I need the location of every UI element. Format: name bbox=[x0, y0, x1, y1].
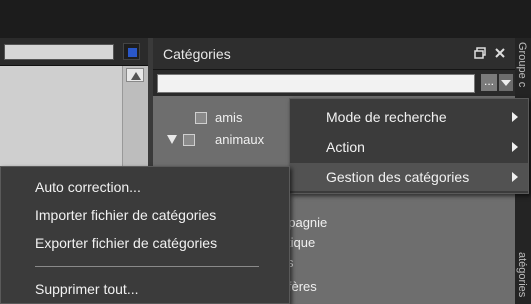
menu-separator bbox=[35, 266, 259, 267]
dock-tab-label: Groupe c bbox=[516, 42, 528, 88]
menu-item-category-management[interactable]: Gestion des catégories bbox=[290, 163, 528, 191]
float-window-icon[interactable] bbox=[473, 46, 487, 60]
checkbox[interactable] bbox=[183, 134, 195, 146]
close-icon[interactable] bbox=[493, 46, 507, 60]
more-button[interactable]: ... bbox=[481, 74, 497, 91]
menu-item-action[interactable]: Action bbox=[290, 133, 528, 161]
menu-item-search-mode[interactable]: Mode de recherche bbox=[290, 103, 528, 131]
scroll-up-button[interactable] bbox=[126, 68, 144, 82]
menu-item-import-categories[interactable]: Importer fichier de catégories bbox=[1, 203, 216, 227]
menu-item-delete-all[interactable]: Supprimer tout... bbox=[1, 277, 139, 301]
categories-search-row: ... bbox=[153, 70, 515, 96]
left-search-field[interactable] bbox=[4, 44, 114, 60]
swatch-fill bbox=[128, 48, 137, 57]
menu-item-export-categories[interactable]: Exporter fichier de catégories bbox=[1, 231, 217, 255]
search-dropdown-button[interactable] bbox=[499, 74, 513, 91]
categories-panel-header: Catégories bbox=[153, 38, 515, 70]
submenu: Auto correction... Importer fichier de c… bbox=[0, 166, 290, 304]
expand-triangle-icon[interactable] bbox=[167, 135, 177, 144]
categories-search-input[interactable] bbox=[157, 74, 475, 93]
menu-item-auto-correction[interactable]: Auto correction... bbox=[1, 175, 141, 199]
menu-item-label: Gestion des catégories bbox=[326, 169, 470, 185]
menu-item-label: Action bbox=[326, 139, 365, 155]
dock-tab-label: atégories bbox=[516, 252, 528, 298]
chevron-down-icon bbox=[501, 80, 511, 86]
context-menu: Mode de recherche Action Gestion des cat… bbox=[289, 98, 529, 194]
menu-item-label: Mode de recherche bbox=[326, 109, 447, 125]
chevron-right-icon bbox=[512, 172, 518, 182]
panel-title: Catégories bbox=[163, 46, 231, 62]
top-bar bbox=[0, 0, 531, 38]
chevron-right-icon bbox=[512, 112, 518, 122]
checkbox[interactable] bbox=[195, 112, 207, 124]
chevron-right-icon bbox=[512, 142, 518, 152]
arrow-up-icon bbox=[131, 72, 141, 80]
color-swatch-button[interactable] bbox=[123, 43, 140, 60]
